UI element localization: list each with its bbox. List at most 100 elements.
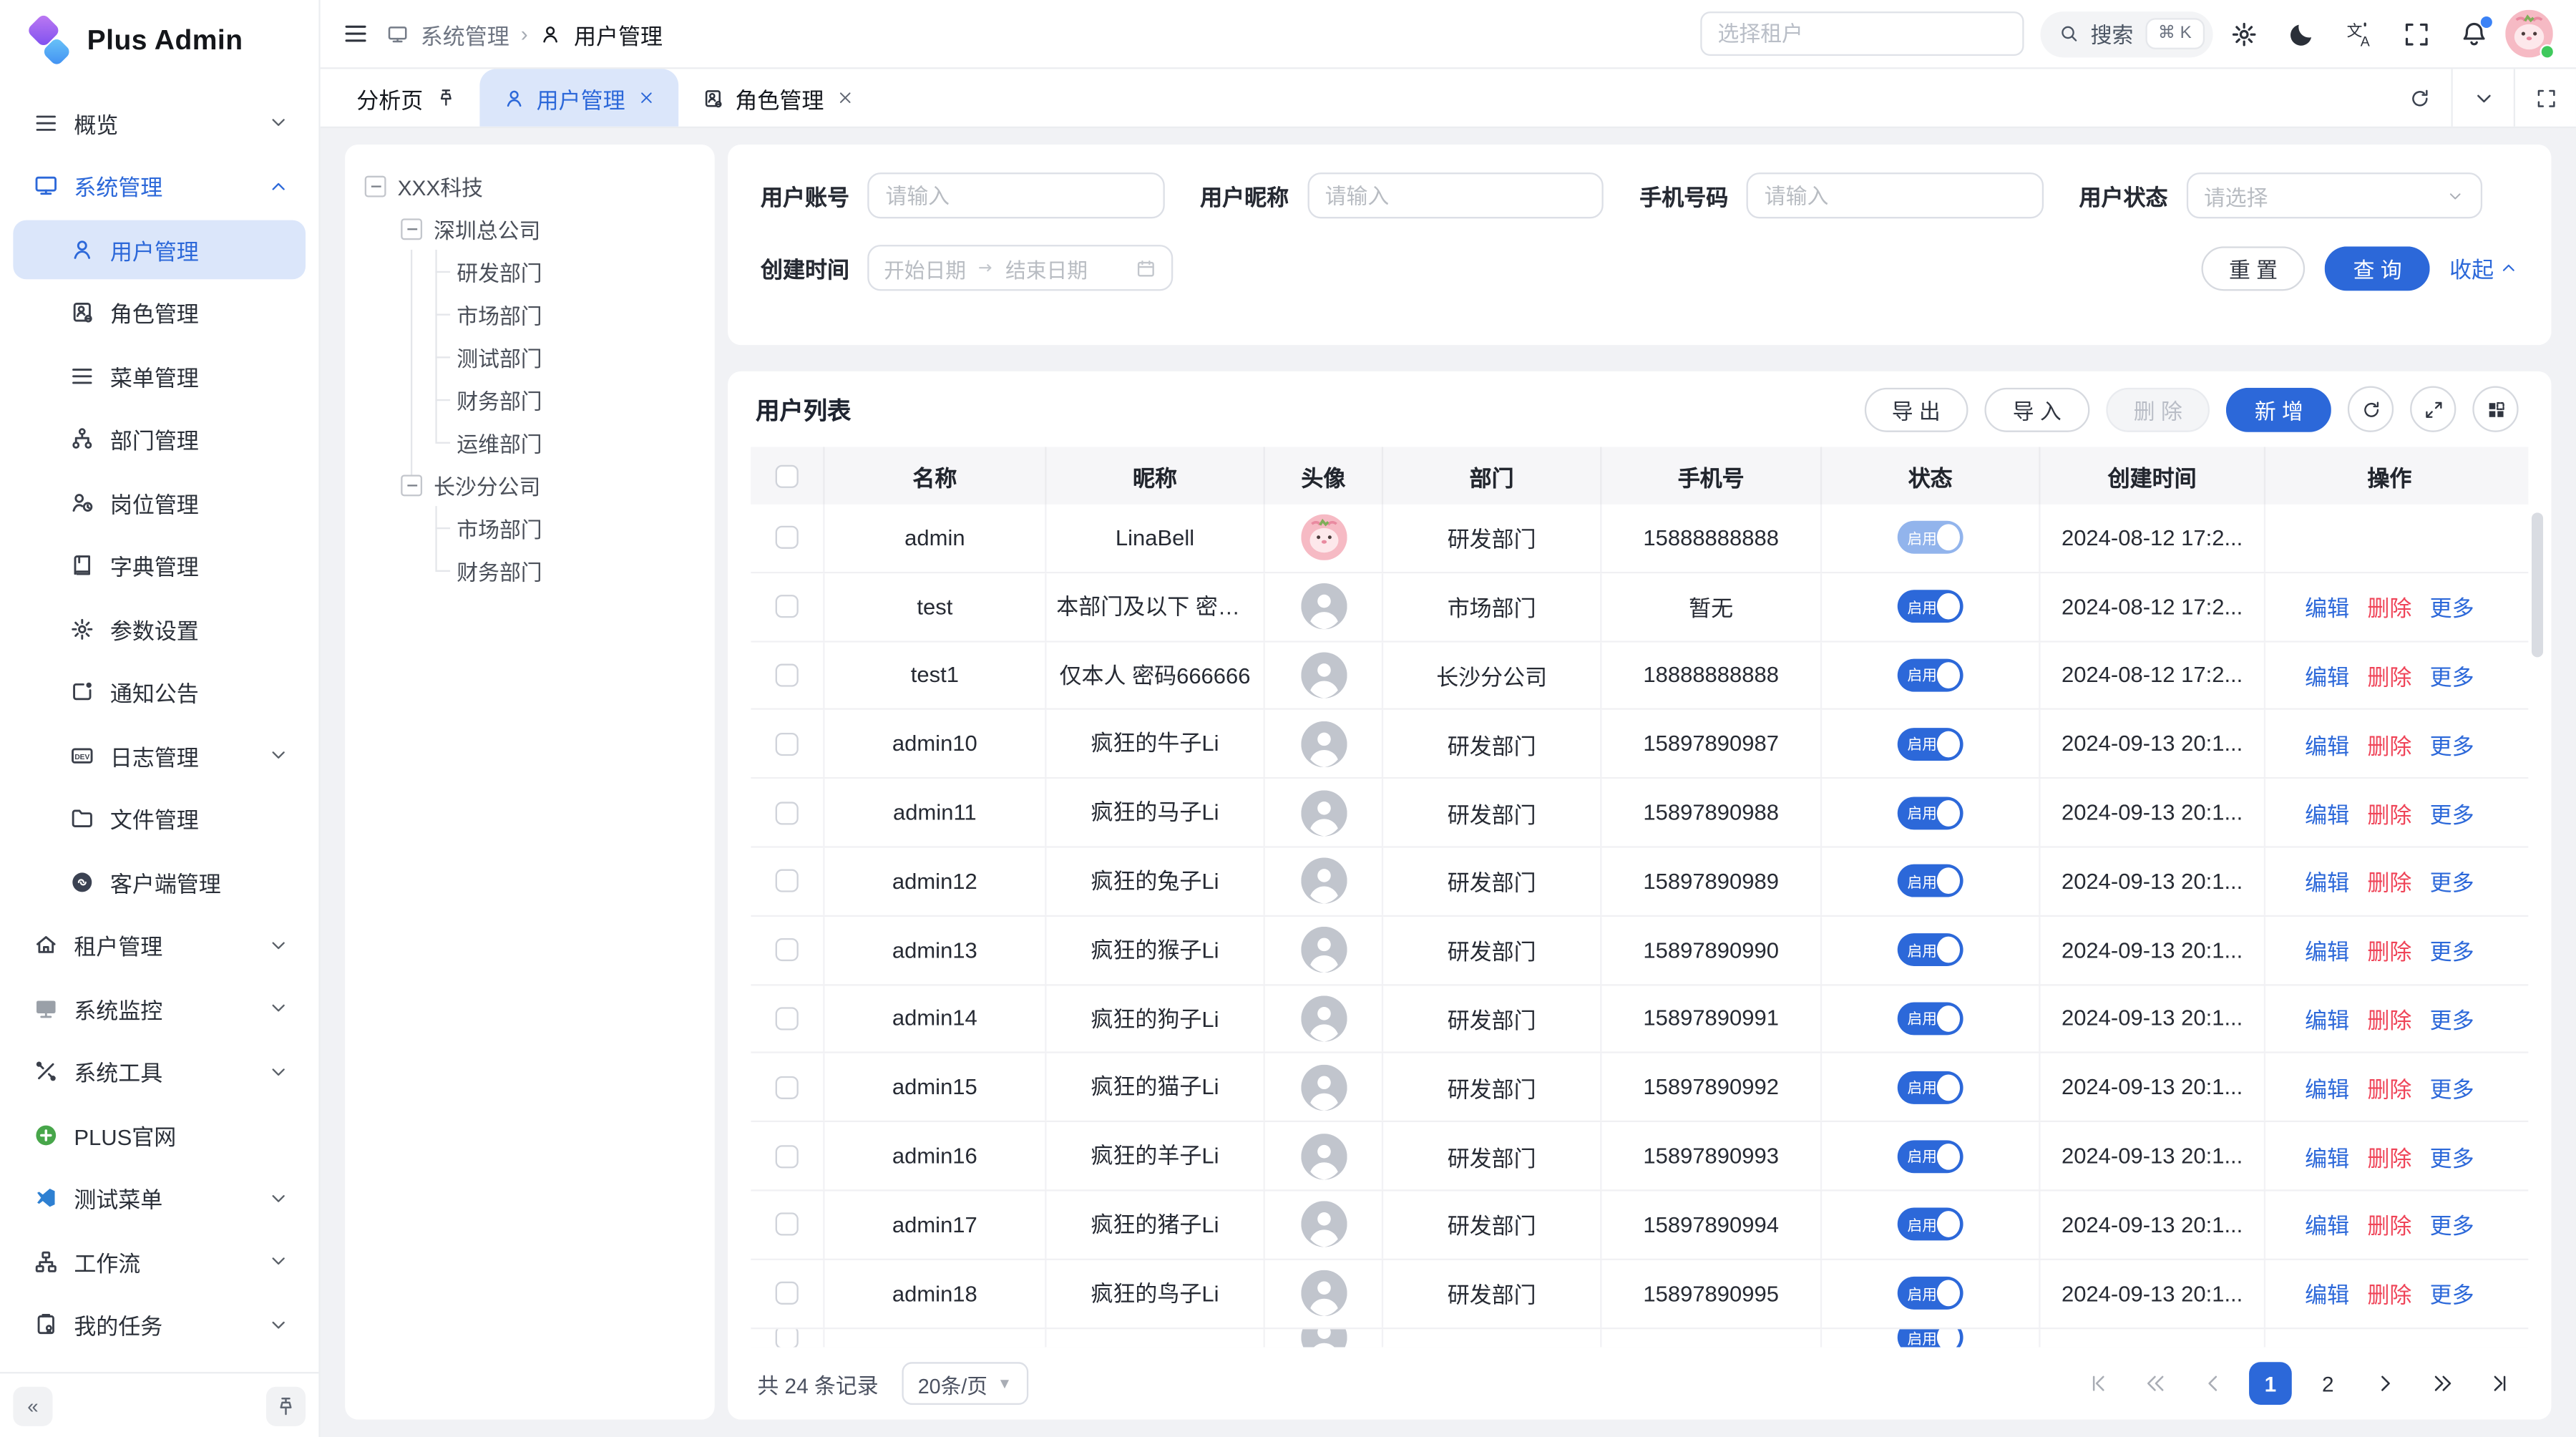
close-icon[interactable] [835, 89, 853, 107]
tab-user-mgmt[interactable]: 用户管理 [479, 69, 678, 126]
tree-node-dept[interactable]: 财务部门 [361, 378, 698, 421]
refresh-page-button[interactable] [2389, 69, 2451, 126]
tree-node-company[interactable]: 深圳总公司 [361, 207, 698, 250]
import-button[interactable]: 导 入 [1985, 387, 2089, 432]
avatar[interactable] [1300, 789, 1346, 835]
tree-node-dept[interactable]: 市场部门 [361, 506, 698, 549]
tree-node-dept[interactable]: 市场部门 [361, 293, 698, 336]
edit-link[interactable]: 编辑 [2305, 933, 2349, 966]
tab-role-mgmt[interactable]: 角色管理 [678, 69, 877, 126]
avatar[interactable] [1300, 1064, 1346, 1110]
prev-jump-button[interactable] [2134, 1362, 2177, 1405]
avatar[interactable] [1300, 515, 1346, 561]
delete-link[interactable]: 删除 [2367, 797, 2411, 829]
pin-icon[interactable] [434, 87, 456, 109]
sidebar-item-client-mgmt[interactable]: 客户端管理 [13, 852, 306, 911]
edit-link[interactable]: 编辑 [2305, 1277, 2349, 1310]
collapse-filters-link[interactable]: 收起 [2449, 251, 2518, 284]
tree-node-dept[interactable]: 研发部门 [361, 250, 698, 293]
sidebar-item-plus-site[interactable]: PLUS官网 [13, 1105, 306, 1164]
toggle-sidebar-icon[interactable] [342, 20, 370, 48]
more-link[interactable]: 更多 [2430, 1208, 2474, 1241]
last-page-button[interactable] [2479, 1362, 2522, 1405]
more-link[interactable]: 更多 [2430, 865, 2474, 898]
status-toggle[interactable]: 启用 [1898, 522, 1963, 555]
edit-link[interactable]: 编辑 [2305, 590, 2349, 623]
page-button-1[interactable]: 1 [2249, 1362, 2292, 1405]
sidebar-item-workflow[interactable]: 工作流 [13, 1232, 306, 1291]
row-checkbox[interactable] [776, 732, 799, 755]
row-checkbox[interactable] [776, 1007, 799, 1030]
table-scrollbar[interactable] [2532, 512, 2543, 657]
status-toggle[interactable]: 启用 [1898, 1139, 1963, 1172]
avatar[interactable] [1300, 652, 1346, 698]
tenant-select[interactable] [1699, 11, 2023, 56]
more-link[interactable]: 更多 [2430, 590, 2474, 623]
expand-table-button[interactable] [2410, 386, 2456, 432]
sidebar-item-post-mgmt[interactable]: 岗位管理 [13, 472, 306, 532]
sidebar-item-user-mgmt[interactable]: 用户管理 [13, 220, 306, 279]
edit-link[interactable]: 编辑 [2305, 1208, 2349, 1241]
sidebar-item-test-menu[interactable]: 测试菜单 [13, 1168, 306, 1227]
sidebar-item-param-settings[interactable]: 参数设置 [13, 599, 306, 658]
more-link[interactable]: 更多 [2430, 1277, 2474, 1310]
status-toggle[interactable]: 启用 [1898, 728, 1963, 761]
row-checkbox[interactable] [776, 595, 799, 618]
page-button-2[interactable]: 2 [2306, 1362, 2349, 1405]
sidebar-item-notice[interactable]: 通知公告 [13, 662, 306, 721]
more-link[interactable]: 更多 [2430, 797, 2474, 829]
sidebar-item-menu-mgmt[interactable]: 菜单管理 [13, 346, 306, 405]
filter-input-0[interactable] [867, 172, 1163, 218]
more-link[interactable]: 更多 [2430, 933, 2474, 966]
tree-node-root[interactable]: XXX科技 [361, 165, 698, 208]
row-checkbox[interactable] [776, 1144, 799, 1167]
delete-link[interactable]: 删除 [2367, 1139, 2411, 1172]
status-toggle[interactable]: 启用 [1898, 1071, 1963, 1104]
row-checkbox[interactable] [776, 1213, 799, 1236]
tree-node-company[interactable]: 长沙分公司 [361, 463, 698, 506]
more-link[interactable]: 更多 [2430, 659, 2474, 692]
delete-link[interactable]: 删除 [2367, 1277, 2411, 1310]
status-toggle[interactable]: 启用 [1898, 933, 1963, 966]
row-checkbox[interactable] [776, 1328, 799, 1346]
tree-node-dept[interactable]: 财务部门 [361, 549, 698, 592]
edit-link[interactable]: 编辑 [2305, 797, 2349, 829]
edit-link[interactable]: 编辑 [2305, 1139, 2349, 1172]
more-link[interactable]: 更多 [2430, 728, 2474, 761]
status-toggle[interactable]: 启用 [1898, 1328, 1963, 1346]
edit-link[interactable]: 编辑 [2305, 865, 2349, 898]
avatar[interactable] [1300, 1133, 1346, 1179]
sidebar-item-role-mgmt[interactable]: 角色管理 [13, 283, 306, 342]
status-toggle[interactable]: 启用 [1898, 659, 1963, 692]
sidebar-item-system-monitor[interactable]: 系统监控 [13, 978, 306, 1038]
status-toggle[interactable]: 启用 [1898, 1277, 1963, 1310]
date-range-input[interactable]: 开始日期 结束日期 [867, 245, 1173, 291]
more-link[interactable]: 更多 [2430, 1071, 2474, 1104]
add-button[interactable]: 新 增 [2227, 387, 2331, 432]
user-avatar[interactable] [2505, 10, 2553, 58]
sidebar-item-system-tools[interactable]: 系统工具 [13, 1042, 306, 1101]
avatar[interactable] [1300, 1328, 1346, 1346]
row-checkbox[interactable] [776, 664, 799, 687]
delete-link[interactable]: 删除 [2367, 590, 2411, 623]
delete-button[interactable]: 删 除 [2106, 387, 2210, 432]
avatar[interactable] [1300, 858, 1346, 904]
sidebar-item-overview[interactable]: 概览 [13, 93, 306, 152]
avatar[interactable] [1300, 583, 1346, 629]
row-checkbox[interactable] [776, 527, 799, 550]
select-all-checkbox[interactable] [776, 464, 799, 487]
tree-expander[interactable] [401, 474, 422, 495]
avatar[interactable] [1300, 1270, 1346, 1316]
row-checkbox[interactable] [776, 801, 799, 824]
filter-input-2[interactable] [1747, 172, 2043, 218]
edit-link[interactable]: 编辑 [2305, 728, 2349, 761]
avatar[interactable] [1300, 1202, 1346, 1247]
sidebar-item-gitee-log[interactable]: ¥gitee记录 [13, 1358, 306, 1373]
content-fullscreen-button[interactable] [2514, 69, 2576, 126]
refresh-table-button[interactable] [2348, 386, 2394, 432]
breadcrumb-item[interactable]: 用户管理 [574, 17, 663, 50]
tree-expander[interactable] [401, 218, 422, 239]
page-size-select[interactable]: 20条/页 ▼ [902, 1362, 1029, 1405]
breadcrumb-item[interactable]: 系统管理 [421, 17, 509, 50]
delete-link[interactable]: 删除 [2367, 865, 2411, 898]
